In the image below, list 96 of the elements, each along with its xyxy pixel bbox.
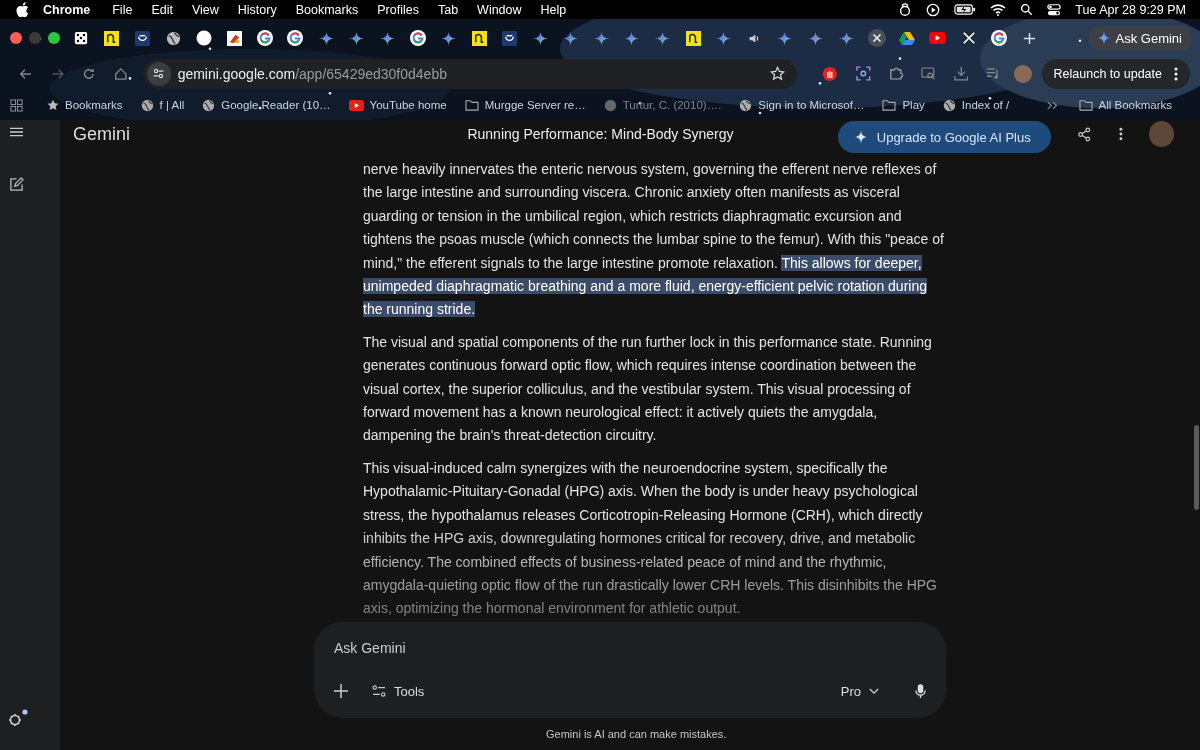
google-icon — [287, 30, 304, 46]
menu-item[interactable]: Bookmarks — [295, 2, 359, 17]
menu-item[interactable]: Profiles — [377, 2, 419, 17]
home-icon[interactable] — [113, 66, 128, 81]
ask-gemini-button[interactable]: Ask Gemini — [1088, 26, 1192, 50]
bookmark-link[interactable]: Sign in to Microsof… — [739, 98, 865, 112]
tab-search-icon[interactable] — [921, 66, 936, 81]
star-icon[interactable] — [770, 66, 786, 81]
sparkle-icon — [379, 30, 395, 46]
bookmark-link[interactable]: Google Reader (10… — [202, 98, 331, 112]
menu-item[interactable]: Help — [540, 2, 567, 17]
search-icon[interactable] — [1020, 3, 1034, 16]
globe-icon — [942, 98, 956, 112]
play-icon[interactable] — [926, 2, 941, 17]
more-icon — [1174, 66, 1178, 81]
add-icon[interactable] — [334, 684, 348, 698]
settings-icon[interactable] — [7, 708, 29, 728]
battery-icon[interactable] — [954, 4, 977, 15]
menu-item[interactable]: History — [237, 2, 277, 17]
response-paragraph: This visual-induced calm synergizes with the neuroendocrine system, specifically the Hypothalamic-Pituitary-Gonadal (HPG) axis. When the body is under heavy psychological stress, the hypothalamus releases Corticotropin-Releasing Hormone (CRH), which directly inhibits the HPG axis, downregulating hormones critical for recovery, drive, and metabolic efficiency. The combined effects of business-related peace of mind and the rhythmic, amygdala-quieting optic flow of the run drastically lower CRH levels. This disinhibits the HPG axis, optimizing the hormonal environment for athletic output. — [363, 458, 938, 619]
microphone-icon[interactable] — [915, 683, 926, 699]
globe-icon — [140, 98, 154, 112]
model-picker[interactable]: Pro — [834, 682, 885, 700]
folder-icon — [464, 99, 479, 111]
chat-title: Running Performance: Mind-Body Synergy — [467, 126, 735, 142]
bookmark-link[interactable]: Play — [882, 99, 925, 111]
close-icon — [867, 29, 886, 47]
lens-icon[interactable] — [855, 66, 871, 81]
control-center-icon[interactable] — [1047, 2, 1062, 17]
folder-icon — [1078, 99, 1093, 111]
wifi-icon[interactable] — [990, 3, 1007, 16]
menu-item[interactable]: File — [112, 2, 133, 17]
bookmark-link[interactable]: Turtur, C. (2010)…. — [603, 98, 722, 112]
sparkle-icon — [563, 30, 579, 46]
sparkle-icon — [808, 30, 824, 46]
more-icon[interactable] — [1119, 127, 1123, 141]
play-button-icon — [929, 32, 947, 44]
menu-item[interactable]: Tab — [437, 2, 459, 17]
upgrade-button[interactable]: Upgrade to Google AI Plus — [837, 121, 1051, 153]
sparkle-icon — [624, 30, 640, 46]
response-paragraph: The visual and spatial components of the run further lock in this performance state. Running generates continuous forward optic flow, which requires intense coordination between the visual cortex, the superior colliculus, and the vestibular system. This visual processing of forward movement has a known neurological effect: it actively quiets the amygdala, dampening the brain's threat-detection circuitry. — [363, 332, 933, 446]
site-info-icon[interactable] — [146, 61, 171, 86]
google-icon — [409, 30, 426, 46]
all-bookmarks-link[interactable]: All Bookmarks — [1078, 99, 1172, 111]
response-paragraph: nerve heavily innervates the enteric nervous system, governing the efferent nerve reflexes of the large intestine and surrounding viscera. Chronic anxiety often manifests as visceral guarding or tension in the umbilical region, which restricts diaphragmatic excursion and tightens the psoas muscle (which connects the lumbar spine to the femur). With this "peace of mind," the efferent signals to the large intestine promote relaxation. This allows for deeper, unimpeded diaphragmatic breathing and a more fluid, energy-efficient pelvic rotation during the running stride. — [363, 160, 945, 320]
globe-icon — [165, 30, 181, 46]
drive-icon — [899, 31, 916, 45]
sparkle-icon — [655, 30, 671, 46]
menu-icon[interactable] — [9, 127, 23, 137]
stop-hand-icon[interactable] — [822, 65, 838, 82]
star-icon — [47, 99, 59, 111]
globe-icon — [739, 98, 753, 112]
sparkle-icon — [593, 30, 609, 46]
bookmark-link[interactable]: Index of / — [942, 98, 1010, 112]
download-icon[interactable] — [953, 66, 969, 81]
back-icon[interactable] — [19, 66, 33, 81]
folder-icon — [882, 99, 897, 111]
share-icon[interactable] — [1076, 126, 1092, 142]
more-bookmarks-icon[interactable] — [1046, 100, 1059, 110]
puzzle-icon[interactable] — [888, 66, 904, 81]
url-text: gemini.google.com/app/65429ed30f0d4ebb — [177, 65, 447, 82]
sparkle-icon — [716, 30, 732, 46]
menu-bar-clock[interactable]: Tue Apr 28 9:29 PM — [1075, 2, 1186, 17]
menu-item[interactable]: View — [191, 2, 219, 17]
reload-icon[interactable] — [82, 66, 96, 81]
menu-item[interactable]: Window — [477, 2, 522, 17]
play-button-icon — [348, 99, 364, 111]
sparkle-icon — [349, 30, 365, 46]
chevron-down-icon — [869, 687, 879, 695]
plus-icon — [1023, 31, 1037, 45]
apps-grid-icon[interactable] — [10, 98, 23, 112]
sparkle-icon — [440, 30, 456, 46]
sparkle-icon — [318, 30, 334, 46]
sliders-icon — [372, 685, 386, 697]
sparkle-icon — [532, 30, 548, 46]
bookmark-link[interactable]: f | All — [140, 98, 185, 112]
prompt-field[interactable]: Ask Gemini Tools Pro — [314, 622, 946, 718]
x-mark-icon — [961, 31, 976, 45]
bookmark-link[interactable]: Bookmarks — [47, 99, 123, 111]
google-icon — [991, 30, 1008, 46]
apple-icon[interactable] — [16, 2, 29, 17]
circle-icon — [195, 30, 212, 46]
tools-button[interactable]: Tools — [366, 682, 431, 700]
globe-icon — [202, 98, 216, 112]
menu-app-name[interactable]: Chrome — [43, 2, 91, 17]
disclaimer-text: Gemini is AI and can make mistakes. — [545, 727, 728, 742]
new-chat-icon[interactable] — [8, 177, 24, 192]
bookmark-link[interactable]: YouTube home — [348, 99, 447, 111]
app-name[interactable]: Gemini — [73, 123, 468, 145]
sparkle-icon — [838, 30, 854, 46]
bookmark-link[interactable]: Murgge Server re… — [464, 99, 586, 111]
google-icon — [256, 30, 273, 46]
address-bar[interactable]: gemini.google.com/app/65429ed30f0d4ebb — [142, 58, 798, 89]
menu-item[interactable]: Edit — [151, 2, 173, 17]
sparkle-icon — [777, 30, 793, 46]
scrollbar-thumb[interactable] — [1194, 425, 1199, 510]
